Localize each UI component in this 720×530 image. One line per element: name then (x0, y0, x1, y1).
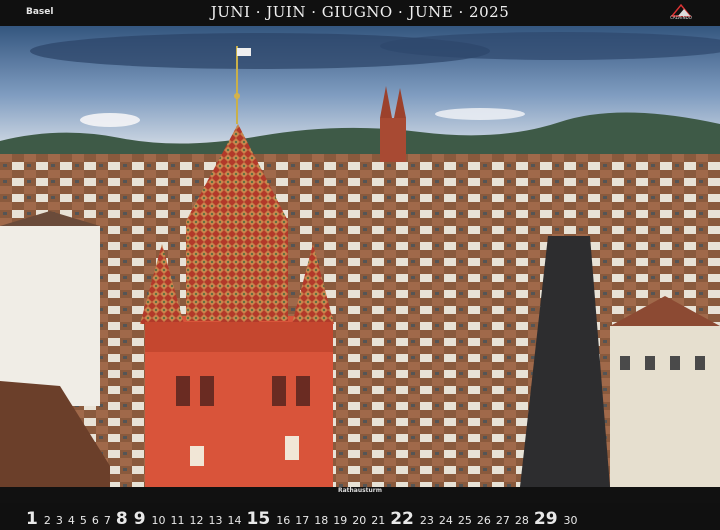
logo-text: CALVENDO (670, 15, 692, 20)
calendar-day: 12 (189, 514, 204, 527)
month-title: JUNI · JUIN · GIUGNO · JUNE · 2025 (210, 3, 510, 21)
calendar-day: 2 (43, 514, 51, 527)
calendar-day: 20 (352, 514, 367, 527)
calendar-day: 22 (390, 509, 414, 529)
calendar-day: 30 (563, 514, 578, 527)
day-list: 1 2 3 4 5 6 7 8 9 10 11 12 13 14 15 16 17 18 19 20 21 22 23 24 2… (26, 509, 583, 529)
calendar-day: 1 (26, 509, 38, 529)
calendar-day: 4 (67, 514, 75, 527)
calendar-day: 28 (514, 514, 529, 527)
calendar-day: 23 (419, 514, 434, 527)
calendar-day: 7 (103, 514, 111, 527)
calendar-day: 13 (208, 514, 223, 527)
calendar-day: 27 (495, 514, 510, 527)
calendar-day: 19 (333, 514, 348, 527)
calendar-day: 15 (246, 509, 271, 529)
calendar-day: 11 (170, 514, 185, 527)
calendar-day: 9 (133, 509, 146, 529)
calendar-day: 10 (151, 514, 166, 527)
calendar-day: 21 (371, 514, 386, 527)
calendar-day: 25 (457, 514, 472, 527)
calendar-day-row: 1 2 3 4 5 6 7 8 9 10 11 12 13 14 15 16 17 18 19 20 21 22 23 24 2… (0, 503, 720, 530)
photo-caption: Rathausturm (337, 487, 383, 494)
calendar-day: 5 (79, 514, 87, 527)
calendar-day: 18 (314, 514, 329, 527)
calendar-header: Basel JUNI · JUIN · GIUGNO · JUNE · 2025… (0, 0, 720, 26)
calendar-day: 6 (91, 514, 99, 527)
calendar-day: 17 (295, 514, 310, 527)
calendar-day: 26 (476, 514, 491, 527)
calendar-day: 14 (227, 514, 242, 527)
calendar-day: 16 (276, 514, 291, 527)
calendar-day: 8 (115, 509, 128, 529)
calendar-day: 3 (55, 514, 63, 527)
calendar-day: 24 (438, 514, 453, 527)
publisher-logo: CALVENDO (664, 2, 698, 22)
calendar-day: 29 (533, 509, 558, 529)
calendar-photo (0, 26, 720, 487)
